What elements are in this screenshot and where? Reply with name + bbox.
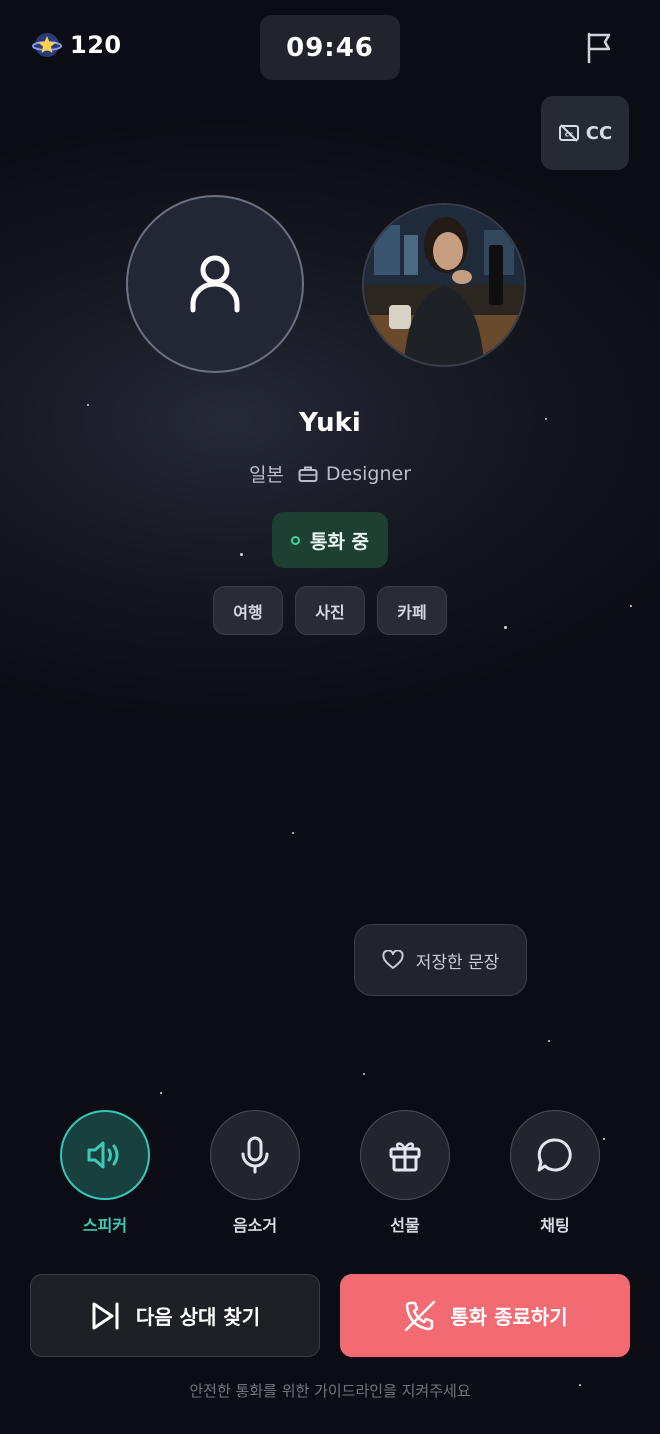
chat-label: 채팅 xyxy=(540,1216,570,1235)
next-partner-label: 다음 상대 찾기 xyxy=(135,1305,261,1329)
coin-count: 120 xyxy=(70,31,122,59)
mute-button[interactable] xyxy=(210,1110,300,1200)
caption-label: CC xyxy=(585,122,613,144)
coin-icon xyxy=(32,33,62,57)
interest-tag: 카페 xyxy=(377,586,447,635)
interest-tag: 사진 xyxy=(295,586,365,635)
gift-icon xyxy=(389,1142,421,1172)
speaker-button[interactable] xyxy=(60,1110,150,1200)
partner-meta: 일본 Designer xyxy=(0,460,660,487)
chat-control[interactable]: 채팅 xyxy=(510,1110,600,1236)
gift-control[interactable]: 선물 xyxy=(360,1110,450,1236)
partner-name: Yuki xyxy=(299,408,361,438)
status-dot-icon xyxy=(290,535,300,545)
call-timer: 09:46 xyxy=(260,15,400,80)
speaker-label: 스피커 xyxy=(82,1216,128,1235)
coin-balance[interactable]: 120 xyxy=(32,30,122,60)
interest-tags: 여행 사진 카페 xyxy=(0,586,660,635)
partner-photo xyxy=(364,205,524,365)
phone-hangup-icon xyxy=(405,1300,436,1331)
chat-bubble-icon xyxy=(537,1138,572,1172)
partner-job: Designer xyxy=(325,462,412,485)
call-status-text: 통화 중 xyxy=(309,530,370,553)
heart-icon xyxy=(382,950,404,969)
end-call-label: 통화 종료하기 xyxy=(450,1305,568,1329)
saved-sentences-button[interactable]: 저장한 문장 xyxy=(354,924,527,996)
gift-label: 선물 xyxy=(390,1216,420,1235)
partner-country: 일본 xyxy=(248,464,284,486)
chat-button[interactable] xyxy=(510,1110,600,1200)
gift-button[interactable] xyxy=(360,1110,450,1200)
speaker-control[interactable]: 스피커 xyxy=(60,1110,150,1236)
microphone-icon xyxy=(241,1136,269,1174)
caption-toggle-button[interactable]: cc CC xyxy=(541,96,629,170)
briefcase-icon xyxy=(298,466,318,482)
mute-label: 음소거 xyxy=(232,1216,278,1235)
my-avatar xyxy=(126,195,304,373)
partner-avatar[interactable] xyxy=(362,203,526,367)
saved-sentences-label: 저장한 문장 xyxy=(415,952,500,973)
end-call-button[interactable]: 통화 종료하기 xyxy=(340,1274,630,1357)
guideline-notice[interactable]: 안전한 통화를 위한 가이드라인을 지켜주세요 xyxy=(0,1380,660,1401)
call-status-badge: 통화 중 xyxy=(272,512,388,568)
next-partner-button[interactable]: 다음 상대 찾기 xyxy=(30,1274,320,1357)
caption-off-icon: cc xyxy=(558,124,579,142)
user-icon xyxy=(190,255,240,313)
report-flag-icon[interactable] xyxy=(584,30,616,64)
mute-control[interactable]: 음소거 xyxy=(210,1110,300,1236)
interest-tag: 여행 xyxy=(213,586,283,635)
speaker-icon xyxy=(87,1141,119,1169)
skip-next-icon xyxy=(92,1302,119,1329)
